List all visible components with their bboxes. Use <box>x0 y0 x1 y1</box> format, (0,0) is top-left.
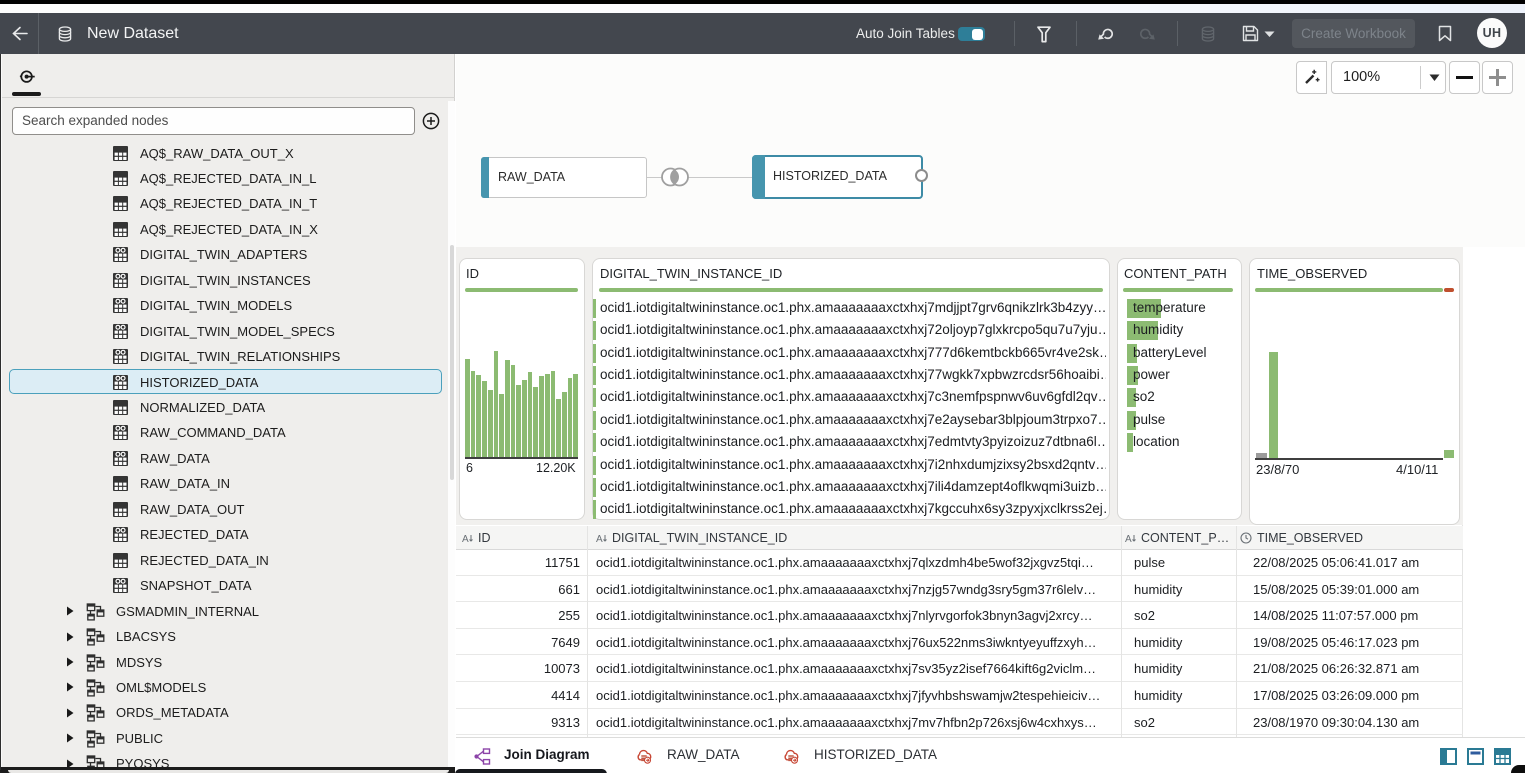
svg-text:A: A <box>462 534 469 544</box>
svg-text:A: A <box>1125 534 1132 544</box>
svg-text:A: A <box>596 534 603 544</box>
